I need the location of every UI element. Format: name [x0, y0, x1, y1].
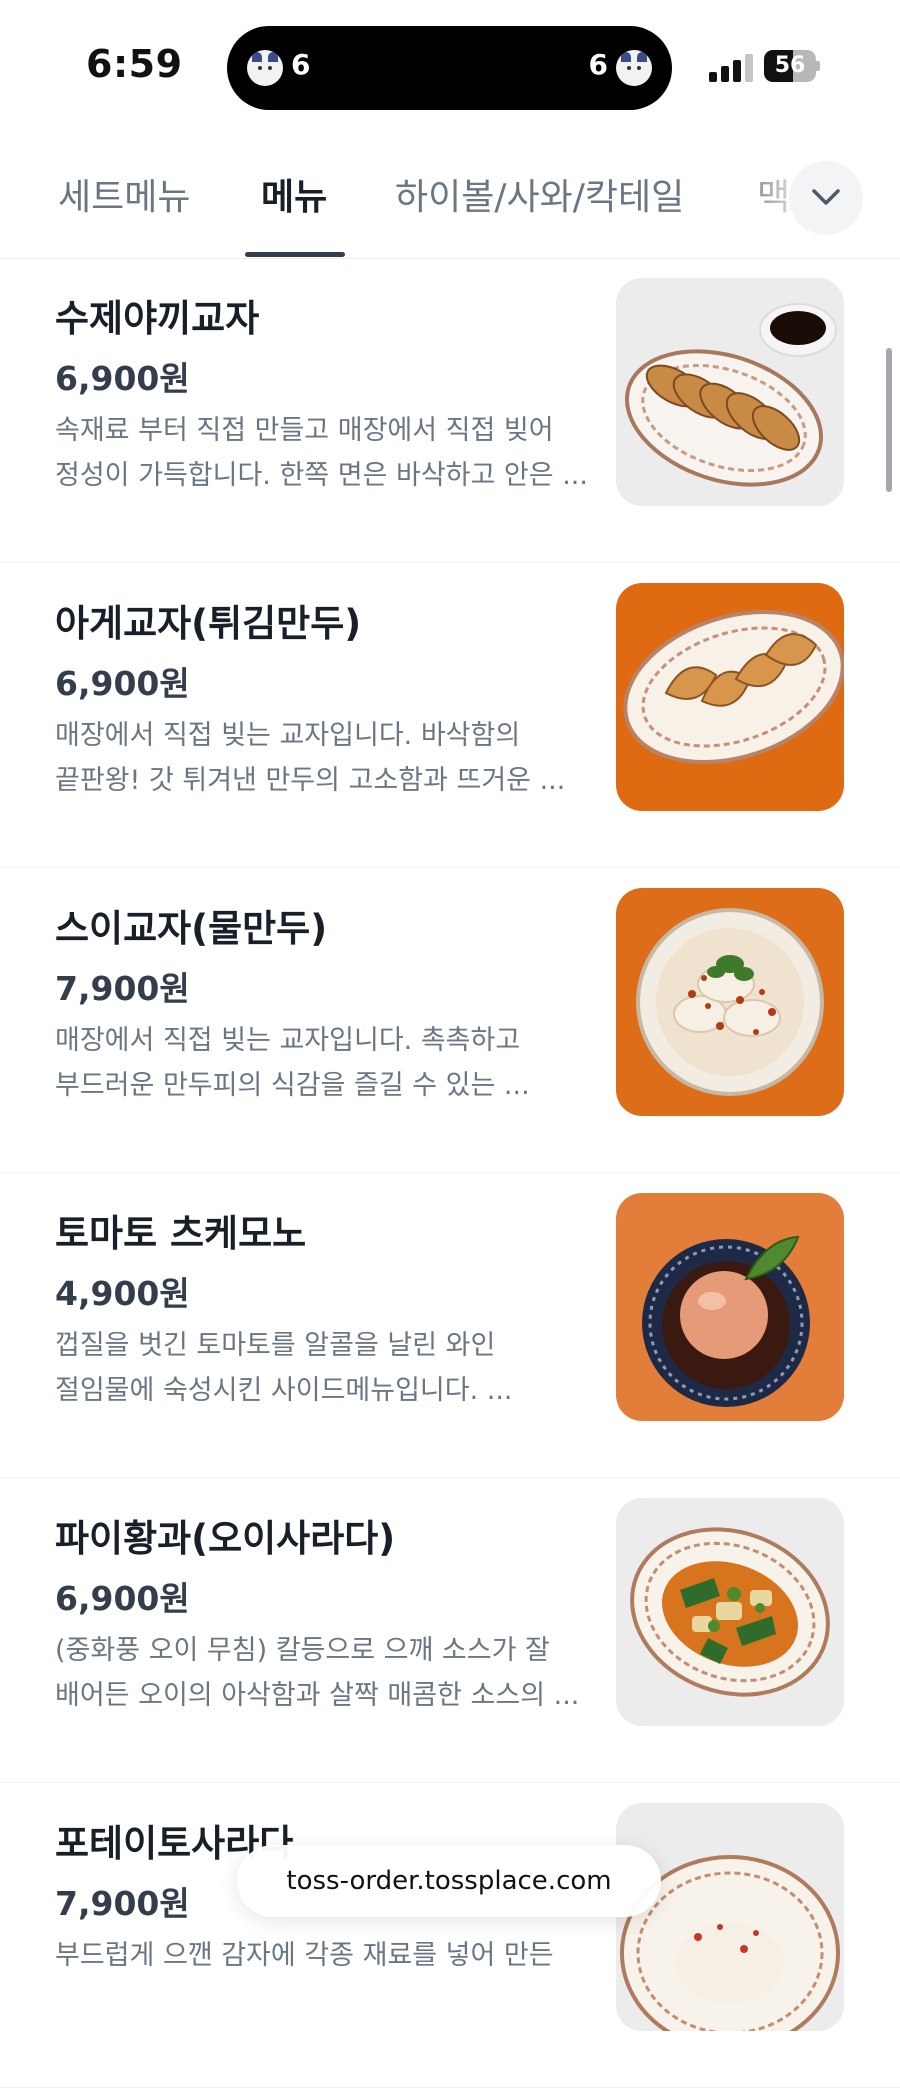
- description-line: 부드럽게 으깬 감자에 각종 재료를 넣어 만든: [55, 1940, 554, 1971]
- boiled-dumplings-bowl-image: [616, 888, 844, 1116]
- description-line: (중화풍 오이 무침) 칼등으로 으깨 소스가 잘: [55, 1635, 550, 1666]
- tab-set-menu[interactable]: 세트메뉴: [58, 168, 190, 220]
- scrollbar[interactable]: [886, 348, 892, 492]
- active-tab-indicator: [245, 252, 345, 257]
- menu-item-price: 6,900원: [55, 664, 190, 703]
- status-bar: 6:59 6 6 56: [0, 0, 900, 130]
- description-line: 부드러운 만두피의 식감을 즐길 수 있는 ...: [55, 1070, 530, 1101]
- deep-fried-dumplings-image: [616, 583, 844, 811]
- menu-list: 수제야끼교자 6,900원 속재료 부터 직접 만들고 매장에서 직접 빚어 정…: [0, 258, 900, 2088]
- description-line: 껍질을 벗긴 토마토를 알콜을 날린 와인: [55, 1330, 496, 1361]
- menu-item-description: 껍질을 벗긴 토마토를 알콜을 날린 와인 절임물에 숙성시킨 사이드메뉴입니다…: [55, 1323, 585, 1413]
- island-right-count: 6: [588, 48, 608, 81]
- menu-item-description: 매장에서 직접 빚는 교자입니다. 바삭함의 끝판왕! 갓 튀겨낸 만두의 고소…: [55, 713, 585, 803]
- description-line: 속재료 부터 직접 만들고 매장에서 직접 빚어: [55, 415, 554, 446]
- description-line: 매장에서 직접 빚는 교자입니다. 촉촉하고: [55, 1025, 521, 1056]
- status-time: 6:59: [86, 42, 183, 86]
- description-line: 절임물에 숙성시킨 사이드메뉴입니다. ...: [55, 1375, 513, 1406]
- character-avatar-icon: [616, 50, 652, 86]
- menu-item-name: 스이교자(물만두): [55, 907, 328, 950]
- character-avatar-icon: [247, 50, 283, 86]
- dynamic-island: 6 6: [227, 26, 672, 110]
- menu-item-price: 6,900원: [55, 359, 190, 398]
- battery-icon: 56: [764, 50, 820, 82]
- url-bar[interactable]: toss-order.tossplace.com: [237, 1845, 661, 1917]
- menu-item-description: 매장에서 직접 빚는 교자입니다. 촉촉하고 부드러운 만두피의 식감을 즐길 …: [55, 1018, 585, 1108]
- cellular-signal-icon: [709, 54, 755, 82]
- description-line: 매장에서 직접 빚는 교자입니다. 바삭함의: [55, 720, 521, 751]
- menu-item[interactable]: 포테이토사라다 7,900원 부드럽게 으깬 감자에 각종 재료를 넣어 만든: [0, 1783, 900, 2088]
- cucumber-salad-plate-image: [616, 1498, 844, 1726]
- menu-item-description: 부드럽게 으깬 감자에 각종 재료를 넣어 만든: [55, 1933, 585, 1978]
- menu-item-price: 6,900원: [55, 1579, 190, 1618]
- chevron-down-icon: [812, 189, 840, 205]
- menu-item[interactable]: 아게교자(튀김만두) 6,900원 매장에서 직접 빚는 교자입니다. 바삭함의…: [0, 563, 900, 868]
- marinated-tomato-bowl-image: [616, 1193, 844, 1421]
- description-line: 배어든 오이의 아삭함과 살짝 매콤한 소스의 ...: [55, 1680, 580, 1711]
- battery-level: 56: [774, 53, 806, 78]
- menu-item-description: (중화풍 오이 무침) 칼등으로 으깨 소스가 잘 배어든 오이의 아삭함과 살…: [55, 1628, 585, 1718]
- menu-item-description: 속재료 부터 직접 만들고 매장에서 직접 빚어 정성이 가득합니다. 한쪽 면…: [55, 408, 585, 498]
- description-line: 정성이 가득합니다. 한쪽 면은 바삭하고 안은 ...: [55, 460, 585, 491]
- menu-item-name: 파이황과(오이사라다): [55, 1517, 396, 1560]
- fried-gyoza-plate-image: [616, 278, 844, 506]
- menu-item-name: 수제야끼교자: [55, 297, 260, 340]
- tab-highball-sour-cocktail[interactable]: 하이볼/사와/칵테일: [395, 168, 684, 220]
- menu-item[interactable]: 수제야끼교자 6,900원 속재료 부터 직접 만들고 매장에서 직접 빚어 정…: [0, 258, 900, 563]
- menu-item[interactable]: 스이교자(물만두) 7,900원 매장에서 직접 빚는 교자입니다. 촉촉하고 …: [0, 868, 900, 1173]
- menu-item[interactable]: 파이황과(오이사라다) 6,900원 (중화풍 오이 무침) 칼등으로 으깨 소…: [0, 1478, 900, 1783]
- menu-item[interactable]: 토마토 츠케모노 4,900원 껍질을 벗긴 토마토를 알콜을 날린 와인 절임…: [0, 1173, 900, 1478]
- description-line: 끝판왕! 갓 튀겨낸 만두의 고소함과 뜨거운 ...: [55, 765, 566, 796]
- potato-salad-image: [616, 1803, 844, 2031]
- island-left-count: 6: [291, 48, 311, 81]
- expand-categories-button[interactable]: [789, 161, 863, 235]
- menu-item-name: 토마토 츠케모노: [55, 1212, 307, 1255]
- menu-item-price: 4,900원: [55, 1274, 190, 1313]
- menu-item-price: 7,900원: [55, 969, 190, 1008]
- menu-item-name: 아게교자(튀김만두): [55, 602, 362, 645]
- menu-item-price: 7,900원: [55, 1884, 190, 1923]
- tab-menu[interactable]: 메뉴: [261, 168, 327, 220]
- category-tabbar: 세트메뉴 메뉴 하이볼/사와/칵테일 맥: [0, 130, 900, 259]
